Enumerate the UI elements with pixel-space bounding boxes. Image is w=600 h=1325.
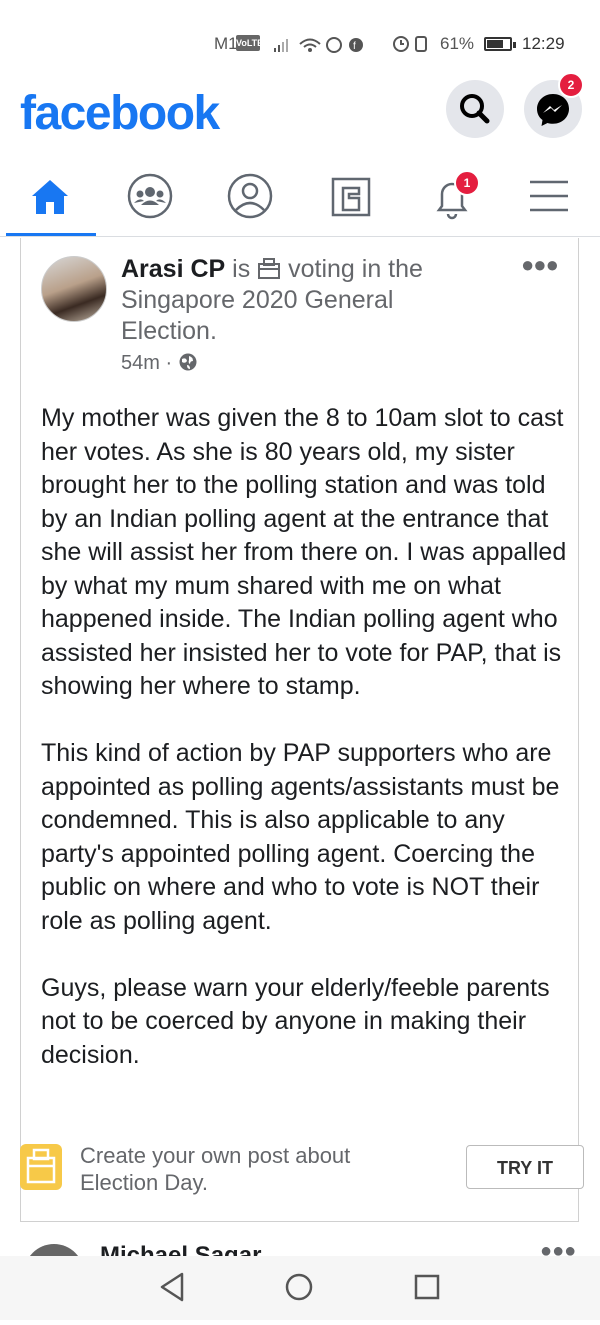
battery-percent: 61% [440,34,475,53]
battery-icon [484,37,512,51]
post-meta: 54m · [121,352,198,375]
create-post-prompt: Create your own post about Election Day.… [0,1138,600,1208]
post-time[interactable]: 54m [121,352,160,374]
messenger-button[interactable]: 2 [524,72,584,138]
author-name[interactable]: Arasi CP [121,255,225,283]
ballot-box-glyph [26,1148,56,1184]
ballot-box-icon [20,1144,62,1190]
status-bar: M1 VoLTE f 61% 12:29 [0,0,600,80]
post-options-button[interactable]: ●●● [521,252,559,278]
post-body: My mother was given the 8 to 10am slot t… [41,404,567,1069]
battery-tip [513,42,516,48]
tab-pages[interactable] [300,160,400,236]
notifications-badge: 1 [454,170,480,196]
globe-icon [179,353,197,371]
clock: 12:29 [522,34,565,53]
try-it-button[interactable]: TRY IT [466,1145,584,1189]
author-avatar[interactable] [41,256,107,322]
tab-bar: 1 [0,160,600,237]
groups-icon [127,173,173,219]
home-nav-icon[interactable] [285,1273,313,1301]
carrier-label: M1 [214,34,238,53]
cta-text: Create your own post about Election Day. [80,1143,351,1195]
volte-icon: VoLTE [236,35,263,51]
search-icon [460,94,490,124]
back-icon[interactable] [160,1272,184,1302]
system-nav-bar [0,1256,600,1320]
activity-prefix: is [225,255,258,283]
alarm-vibrate-icons [393,36,427,52]
svg-text:f: f [353,41,356,52]
recents-icon[interactable] [414,1274,440,1300]
next-post: Michael Sagar ●●● [0,1238,600,1258]
messenger-badge: 2 [558,72,584,98]
profile-icon [227,173,273,219]
menu-icon [530,180,568,212]
tab-groups[interactable] [100,160,200,236]
pages-icon [331,177,371,217]
nav-buttons [160,1272,440,1302]
search-button[interactable] [446,80,504,138]
ballot-box-icon [258,258,281,279]
signal-wifi-icons: f [274,37,363,53]
home-icon [32,180,68,214]
tab-profile[interactable] [200,160,300,236]
post-card: Arasi CP is voting in the Singapore 2020… [20,238,579,1222]
facebook-logo[interactable]: facebook [20,86,220,141]
active-tab-indicator [6,233,96,236]
tab-home[interactable] [0,160,100,236]
tab-notifications[interactable]: 1 [400,160,500,236]
tab-menu[interactable] [500,160,600,236]
app-header: facebook 2 [0,72,600,150]
post-headline: Arasi CP is voting in the Singapore 2020… [121,254,471,347]
